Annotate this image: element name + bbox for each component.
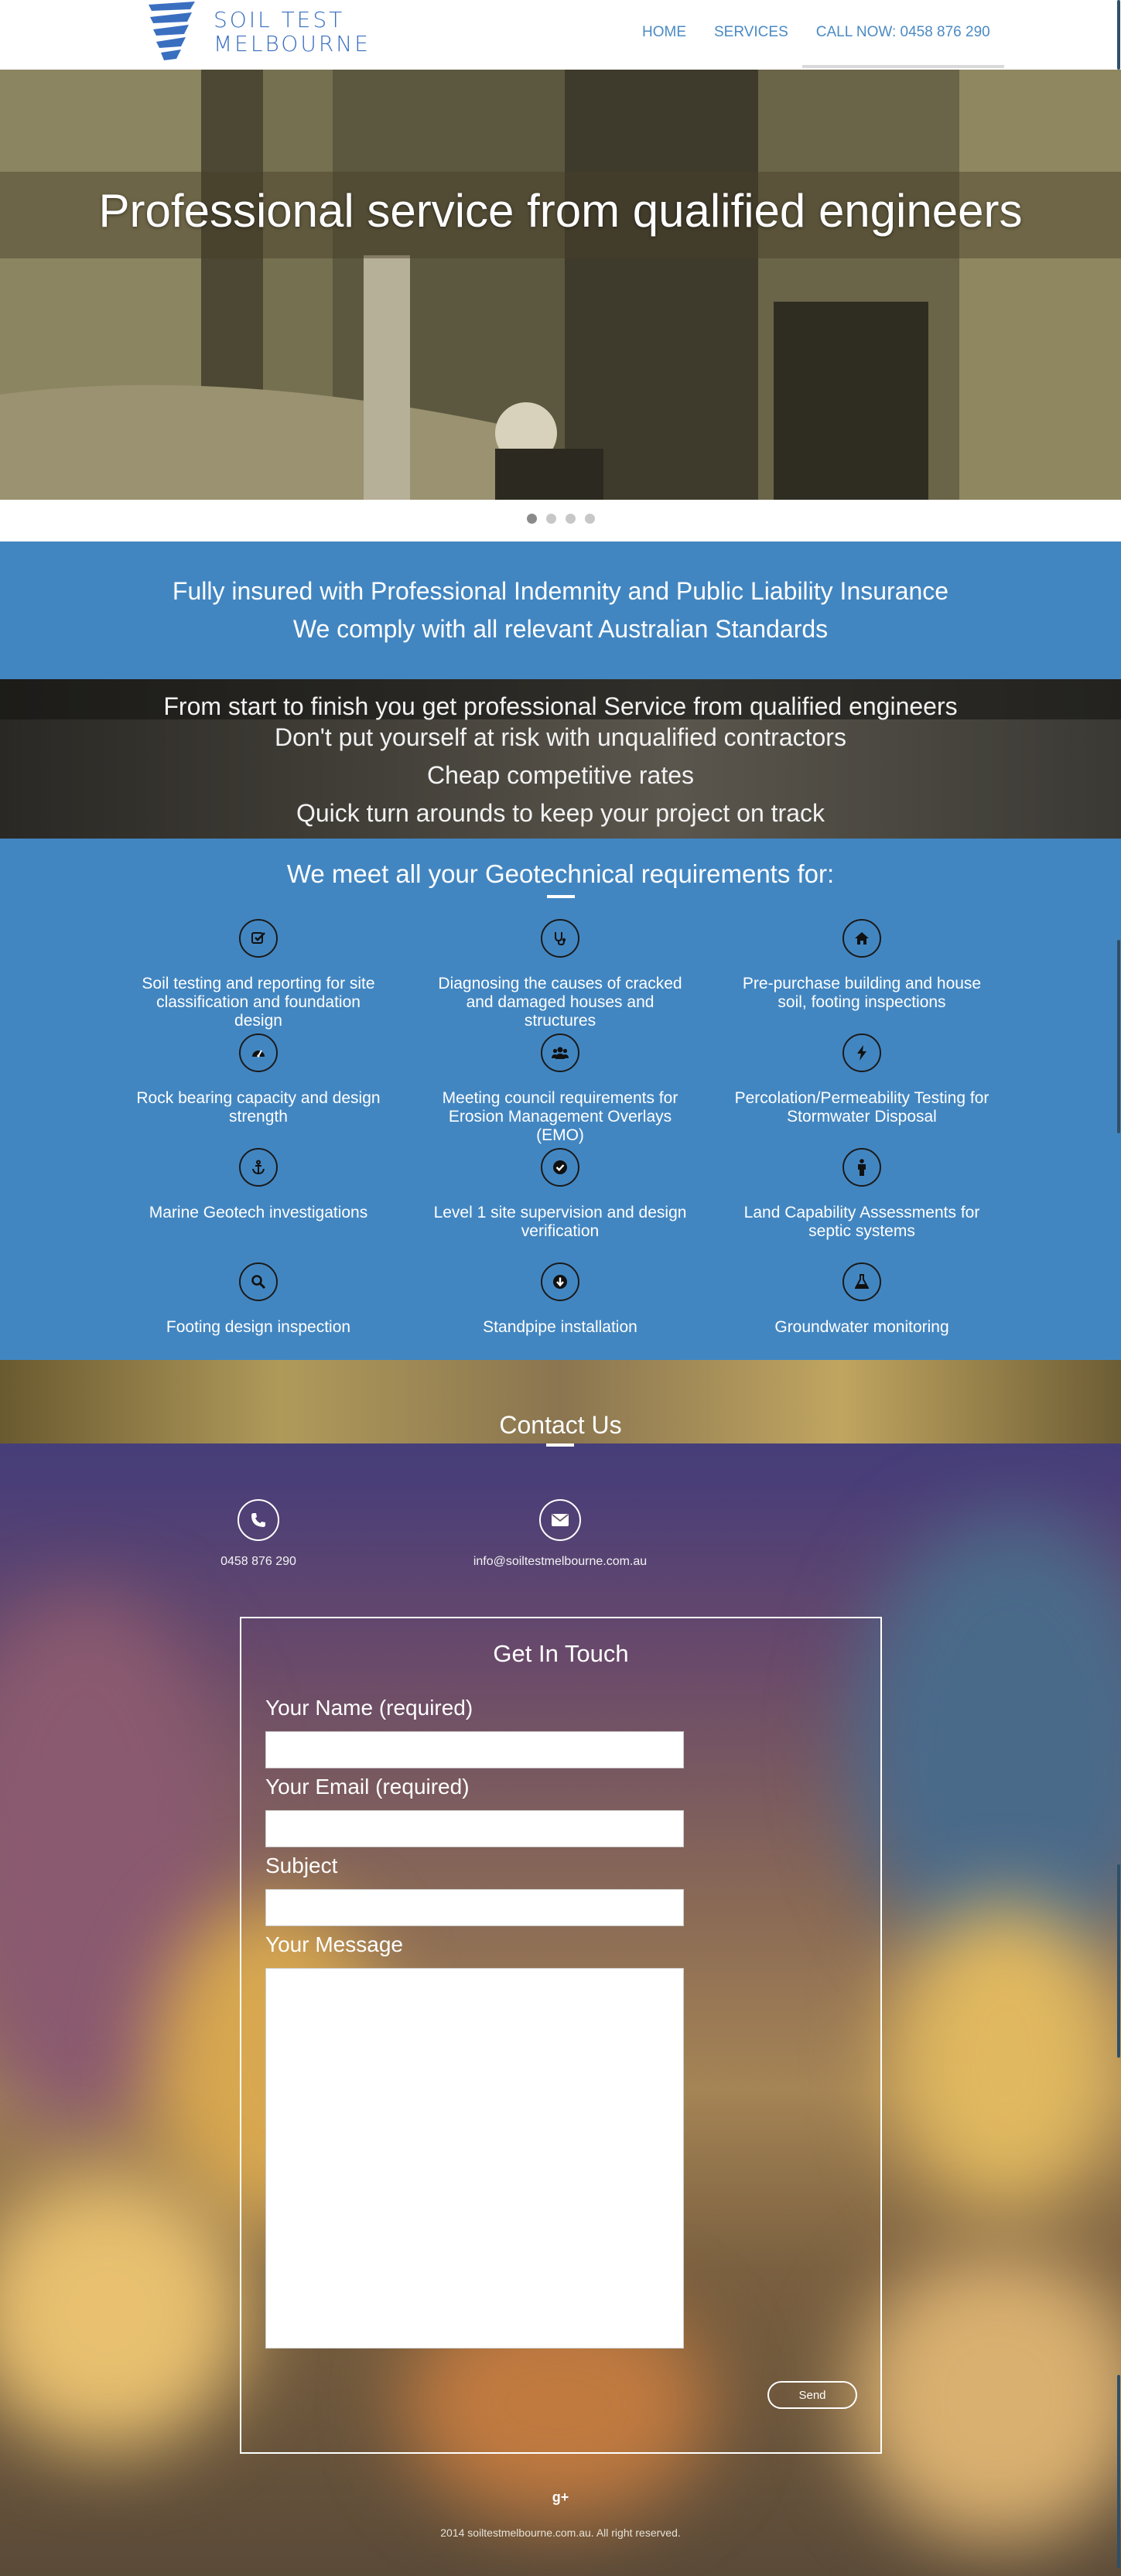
logo[interactable]: SOIL TEST MELBOURNE [144,0,368,63]
service-label: Soil testing and reporting for site clas… [142,975,375,1030]
email-field[interactable] [265,1810,684,1847]
bokeh-light [890,1901,1121,2211]
envelope-icon [539,1499,581,1541]
slider-dot-2[interactable] [545,514,556,524]
service-item: Rock bearing capacity and design strengt… [108,1033,409,1148]
logo-auger-icon [149,2,195,60]
service-label: Footing design inspection [166,1318,351,1336]
service-item: Soil testing and reporting for site clas… [108,919,409,1033]
slider-dot-4[interactable] [584,514,595,524]
scrollbar-thumb[interactable] [1117,2375,1120,2568]
site-header: SOIL TEST MELBOURNE HOME SERVICES CALL N… [0,0,1121,70]
services-section: We meet all your Geotechnical requiremen… [0,839,1121,1360]
google-plus-icon[interactable]: g+ [0,2489,1121,2506]
service-label: Marine Geotech investigations [149,1204,368,1221]
service-item: Percolation/Permeability Testing for Sto… [711,1033,1013,1148]
message-label: Your Message [265,1932,403,1956]
bolt-icon [842,1033,881,1072]
service-item: Pre-purchase building and house soil, fo… [711,919,1013,1033]
service-item: Meeting council requirements for Erosion… [409,1033,711,1148]
name-field[interactable] [265,1731,684,1768]
slider-dot-3[interactable] [565,514,576,524]
hero-photo [0,70,1121,500]
hero-title: Professional service from qualified engi… [98,185,1023,237]
logo-line-2: MELBOURNE [214,31,371,56]
form-title: Get In Touch [493,1640,629,1667]
scrollbar-thumb[interactable] [1117,1864,1120,2058]
logo-line-1: SOIL TEST [214,7,345,32]
users-icon [541,1033,579,1072]
contact-email: info@soiltestmelbourne.com.au [413,1499,707,1569]
message-field[interactable] [265,1968,684,2349]
male-icon [842,1148,881,1187]
scrollbar[interactable] [1116,0,1121,2576]
service-label: Level 1 site supervision and design veri… [433,1204,687,1240]
hero-slider: Professional service from qualified engi… [0,70,1121,500]
phone-number[interactable]: 0458 876 290 [111,1555,405,1569]
service-label: Standpipe installation [483,1318,637,1336]
benefit-line-1: From start to finish you get professiona… [163,692,958,720]
scrollbar-thumb[interactable] [1117,940,1120,1133]
service-label: Meeting council requirements for Erosion… [442,1089,678,1144]
service-label: Pre-purchase building and house soil, fo… [742,975,982,1011]
service-label: Land Capability Assessments for septic s… [743,1204,980,1240]
main-nav: HOME SERVICES CALL NOW: 0458 876 290 [628,0,1004,68]
bokeh-light [0,2172,248,2451]
contact-heading: Contact Us [499,1411,622,1439]
subject-field[interactable] [265,1889,684,1926]
insurance-line: Fully insured with Professional Indemnit… [172,577,949,605]
service-label: Diagnosing the causes of cracked and dam… [438,975,682,1030]
services-heading: We meet all your Geotechnical requiremen… [286,859,835,888]
benefit-line-3: Cheap competitive rates [426,761,695,789]
phone-icon [238,1499,279,1541]
services-grid: Soil testing and reporting for site clas… [108,919,1013,1377]
dashboard-icon [239,1033,278,1072]
nav-home[interactable]: HOME [628,0,700,68]
benefits-banner: From start to finish you get professiona… [0,679,1121,839]
slider-dot-1[interactable] [526,514,537,524]
nav-services[interactable]: SERVICES [700,0,802,68]
email-label: Your Email (required) [265,1775,470,1799]
email-address[interactable]: info@soiltestmelbourne.com.au [413,1555,707,1569]
heading-underline [546,1443,574,1447]
contact-section: Contact Us 0458 876 290 info@soiltestmel… [0,1360,1121,2576]
name-label: Your Name (required) [265,1696,473,1720]
flask-icon [842,1262,881,1301]
standards-line: We comply with all relevant Australian S… [292,615,829,643]
slider-dots [0,514,1121,528]
anchor-icon [239,1148,278,1187]
nav-call-now[interactable]: CALL NOW: 0458 876 290 [801,0,1004,68]
service-label: Groundwater monitoring [774,1318,949,1336]
service-item: Level 1 site supervision and design veri… [409,1148,711,1262]
search-icon [239,1262,278,1301]
service-label: Percolation/Permeability Testing for Sto… [734,1089,989,1126]
heading-underline [546,895,575,898]
home-icon [842,919,881,958]
scrollbar-thumb[interactable] [1117,0,1120,70]
service-item: Land Capability Assessments for septic s… [711,1148,1013,1262]
subject-label: Subject [265,1853,338,1877]
service-item: Marine Geotech investigations [108,1148,409,1262]
arrow-down-icon [541,1262,579,1301]
benefit-line-4: Quick turn arounds to keep your project … [296,799,825,827]
contact-phone: 0458 876 290 [111,1499,405,1569]
logo-text: SOIL TEST MELBOURNE [214,8,371,56]
checkbox-icon [239,919,278,958]
contact-form: Get In Touch Your Name (required) Your E… [240,1617,882,2454]
insurance-banner: Fully insured with Professional Indemnit… [0,542,1121,679]
copyright: 2014 soiltestmelbourne.com.au. All right… [440,2526,681,2539]
service-label: Rock bearing capacity and design strengt… [136,1089,381,1126]
benefit-line-2: Don't put yourself at risk with unqualif… [275,723,846,751]
check-circle-icon [541,1148,579,1187]
service-item: Diagnosing the causes of cracked and dam… [409,919,711,1033]
stethoscope-icon [541,919,579,958]
send-button[interactable]: Send [767,2381,857,2409]
